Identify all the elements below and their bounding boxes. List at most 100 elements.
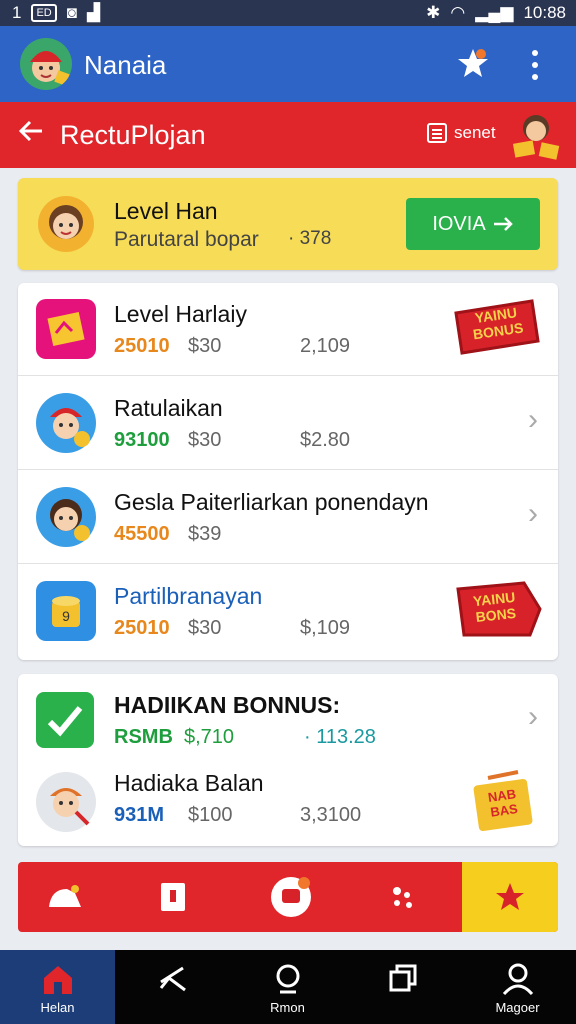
list-item-points: 45500	[114, 523, 170, 545]
tab-home[interactable]: Helan	[0, 950, 115, 1024]
card-icon	[161, 883, 185, 911]
bonus-total: · 113.28	[304, 726, 376, 748]
list-item-name: Level Harlaiy	[114, 301, 247, 327]
bonus-title: HADIIKAN BONNUS:	[114, 692, 341, 718]
tab-label: Magoer	[495, 1000, 540, 1015]
tab-profile[interactable]: Magoer	[460, 950, 576, 1024]
list-item[interactable]: 9 Partilbranayan 25010 $30 $,109 YAINU B…	[18, 565, 558, 657]
coin-bucket-icon: 9	[36, 581, 96, 641]
list-item-total: 2,109	[300, 335, 351, 357]
action-button-2[interactable]	[126, 862, 220, 932]
bonus-price: $,710	[184, 726, 235, 748]
list-item-price: $30	[188, 429, 222, 451]
bonus-points: RSMB	[114, 726, 173, 748]
windows-icon	[389, 964, 417, 992]
arrow-right-icon	[493, 217, 513, 231]
action-button-5[interactable]	[462, 862, 558, 932]
status-left-text: 1	[12, 3, 22, 22]
level-hero-card[interactable]: Level Han Parutaral bopar · 378 IOVIA	[18, 178, 558, 270]
app-bar: Nanaia	[0, 26, 576, 102]
tab-windows[interactable]	[345, 950, 460, 1024]
list-item-name: Ratulaikan	[114, 395, 223, 421]
list-item-total: $2.80	[300, 429, 351, 451]
status-time: 10:88	[523, 3, 566, 22]
list-item[interactable]: Ratulaikan 93100 $30 $2.80 ›	[18, 377, 558, 470]
coupon-icon	[36, 299, 96, 359]
avatar	[36, 487, 96, 547]
list-item-price: $100	[188, 804, 233, 826]
page-title: RectuPlojan	[60, 120, 206, 150]
status-bar: 1 ED ◙ ▟ ✱ ◠ ▂▄▆ 10:88	[0, 0, 576, 26]
avatar	[38, 196, 94, 252]
arrow-left-icon	[18, 120, 42, 142]
gift-box-label: NAB BAS	[486, 786, 519, 820]
chevron-right-icon: ›	[528, 497, 538, 530]
app-title: Nanaia	[84, 50, 167, 80]
photo-icon: ▟	[87, 3, 101, 22]
gift-box-icon: NAB BAS	[468, 768, 538, 834]
list-item-price: $39	[188, 523, 222, 545]
back-button[interactable]	[16, 116, 46, 154]
action-button-3[interactable]	[244, 862, 338, 932]
chevron-right-icon: ›	[528, 403, 538, 436]
select-button[interactable]: senet	[426, 122, 496, 144]
hero-value: · 378	[288, 228, 332, 249]
hero-subtitle: Parutaral bopar	[114, 228, 259, 251]
list-item[interactable]: HADIIKAN BONNUS: RSMB $,710 · 113.28 ›	[18, 674, 558, 760]
camera-icon: ◙	[66, 3, 78, 22]
avatar	[36, 393, 96, 453]
list-item-name: Hadiaka Balan	[114, 770, 264, 796]
go-button-label: IOVIA	[432, 212, 486, 235]
list-item-name: Gesla Paiterliarkan ponendayn	[114, 489, 429, 515]
bonus-badge: YAINU BONS	[452, 579, 542, 639]
signal-icon: ▂▄▆	[475, 3, 514, 22]
bonus-card: HADIIKAN BONNUS: RSMB $,710 · 113.28 › H…	[18, 674, 558, 846]
shoe-icon	[49, 885, 81, 907]
action-button-1[interactable]	[18, 862, 112, 932]
action-bar	[18, 862, 558, 932]
favorites-button[interactable]	[455, 46, 491, 82]
list-item[interactable]: Level Harlaiy 25010 $30 2,109 YAINU BONU…	[18, 283, 558, 376]
list-item-name: Partilbranayan	[114, 583, 263, 609]
list-item[interactable]: Gesla Paiterliarkan ponendayn 45500 $39 …	[18, 471, 558, 564]
list-item-points: 93100	[114, 429, 170, 451]
list-item-points: 931M	[114, 804, 165, 826]
tab-label: Rmon	[270, 1000, 305, 1015]
list-item-price: $30	[188, 335, 222, 357]
select-label: senet	[454, 123, 496, 142]
home-icon	[44, 966, 72, 994]
list-item-total: 3,3100	[300, 804, 362, 826]
svg-text:9: 9	[62, 608, 70, 624]
chat-icon	[271, 877, 311, 917]
check-icon	[36, 692, 94, 748]
list-item-points: 25010	[114, 617, 170, 639]
avatar[interactable]	[20, 38, 72, 90]
go-button[interactable]: IOVIA	[406, 198, 540, 250]
wifi-icon: ◠	[450, 3, 466, 22]
action-button-4[interactable]	[356, 862, 450, 932]
bonus-badge-label: YAINU BONS	[472, 588, 517, 626]
more-vertical-icon	[532, 50, 538, 80]
dots-cluster-icon	[393, 887, 412, 908]
tab-label: Helan	[40, 1000, 75, 1015]
star-icon	[458, 49, 488, 77]
notification-icon: ED	[31, 4, 57, 22]
mascot-icon	[510, 108, 562, 162]
list-icon	[427, 123, 447, 143]
bottom-tab-bar: Helan Rmon Magoer	[0, 950, 576, 1024]
list-item-points: 25010	[114, 335, 170, 357]
profile-icon	[502, 963, 534, 996]
avatar	[36, 772, 96, 832]
more-menu-button[interactable]	[525, 48, 545, 82]
level-list: Level Harlaiy 25010 $30 2,109 YAINU BONU…	[18, 283, 558, 660]
star-icon	[496, 883, 524, 910]
bluetooth-icon: ✱	[426, 3, 441, 22]
list-item-price: $30	[188, 617, 222, 639]
hero-title: Level Han	[114, 198, 218, 224]
list-item[interactable]: Hadiaka Balan 931M $100 3,3100 NAB BAS	[18, 760, 558, 846]
share-icon	[159, 966, 186, 992]
tab-share[interactable]	[115, 950, 230, 1024]
sub-header: RectuPlojan senet	[0, 102, 576, 168]
tab-search[interactable]: Rmon	[230, 950, 345, 1024]
chevron-right-icon: ›	[528, 700, 538, 733]
